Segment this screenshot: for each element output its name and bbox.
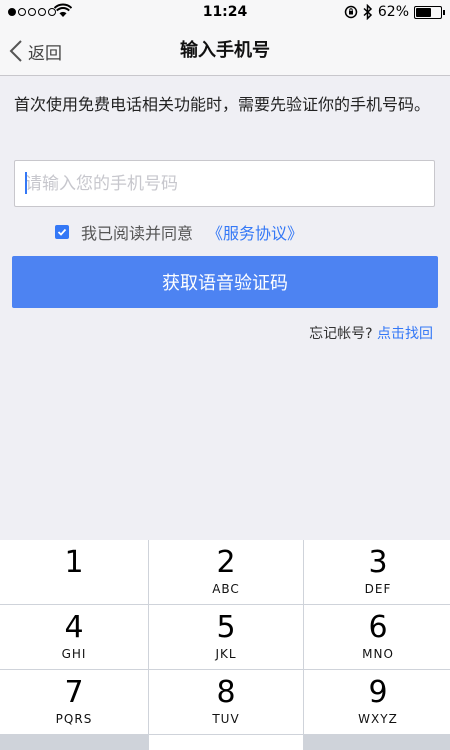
key-1[interactable]: 1	[0, 540, 148, 604]
battery-percent: 62%	[377, 4, 409, 20]
battery-fill	[416, 7, 431, 17]
agreement-row: 我已阅读并同意 《服务协议》	[55, 220, 303, 244]
keypad-blank-left	[0, 735, 148, 750]
agree-label: 我已阅读并同意	[81, 224, 194, 243]
text-cursor	[25, 172, 27, 194]
phone-number-input[interactable]	[14, 160, 435, 207]
checkmark-icon	[57, 228, 67, 236]
key-0-partial[interactable]	[149, 735, 303, 750]
rotation-lock-icon	[344, 5, 358, 19]
key-9[interactable]: 9 WXYZ	[304, 670, 450, 734]
agree-checkbox[interactable]	[55, 225, 69, 239]
terms-link[interactable]: 《服务协议》	[207, 220, 303, 244]
keypad-blank-right	[304, 735, 450, 750]
description-text: 首次使用免费电话相关功能时，需要先验证你的手机号码。	[14, 95, 431, 114]
status-bar: 11:24 62%	[0, 0, 450, 26]
key-6[interactable]: 6 MNO	[304, 605, 450, 669]
key-5[interactable]: 5 JKL	[149, 605, 303, 669]
forgot-account-label: 忘记帐号?	[309, 326, 373, 342]
navigation-bar: 返回 输入手机号	[0, 26, 450, 76]
key-4[interactable]: 4 GHI	[0, 605, 148, 669]
bluetooth-icon	[363, 4, 372, 20]
numeric-keypad: 1 2 ABC 3 DEF 4 GHI 5 JKL 6 MNO 7 PQRS 8	[0, 540, 450, 750]
key-3[interactable]: 3 DEF	[304, 540, 450, 604]
forgot-account-row: 忘记帐号? 点击找回	[309, 323, 433, 343]
key-8[interactable]: 8 TUV	[149, 670, 303, 734]
recover-account-link[interactable]: 点击找回	[377, 326, 433, 342]
page-title: 输入手机号	[180, 40, 270, 61]
key-7[interactable]: 7 PQRS	[0, 670, 148, 734]
battery-icon	[414, 5, 445, 19]
screen: 11:24 62% 返回 输入手机号 首次使用免费电话相关功能时，需要先验证你的…	[0, 0, 450, 750]
get-voice-code-button[interactable]: 获取语音验证码	[12, 256, 438, 308]
key-2[interactable]: 2 ABC	[149, 540, 303, 604]
